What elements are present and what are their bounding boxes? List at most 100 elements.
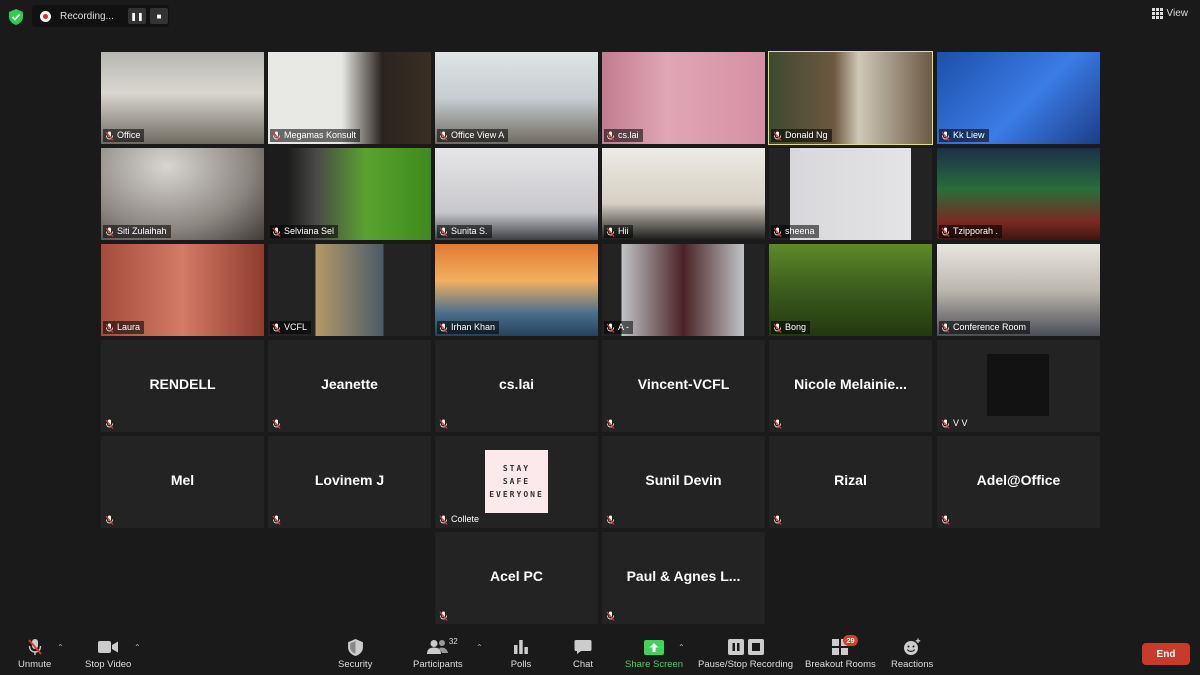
participant-tile[interactable]: Conference Room: [937, 244, 1100, 336]
participant-tile[interactable]: Laura: [101, 244, 264, 336]
participant-name: Nicole Melainie...: [794, 376, 907, 392]
participant-tile[interactable]: Tzipporah .: [937, 148, 1100, 240]
participant-tile[interactable]: Sunita S.: [435, 148, 598, 240]
participant-tile[interactable]: cs.lai: [602, 52, 765, 144]
participant-tile[interactable]: Hii: [602, 148, 765, 240]
microphone-muted-icon: [439, 419, 448, 429]
participant-tile[interactable]: VCFL: [268, 244, 431, 336]
end-meeting-button[interactable]: End: [1142, 643, 1190, 665]
stay-safe-card: STAY SAFE EVERYONE: [485, 450, 548, 513]
participant-name: Conference Room: [953, 322, 1027, 332]
stop-recording-button[interactable]: ■: [150, 8, 168, 24]
chat-bubble-icon: [572, 637, 594, 657]
chat-button[interactable]: Chat: [572, 637, 594, 670]
participant-tile[interactable]: Acel PC: [435, 532, 598, 624]
participant-name-tag: Megamas Konsult: [270, 129, 361, 142]
microphone-muted-icon: [272, 323, 281, 333]
pause-stop-recording-button[interactable]: Pause/Stop Recording: [698, 637, 793, 670]
participant-tile[interactable]: Sunil Devin: [602, 436, 765, 528]
participant-tile[interactable]: Mel: [101, 436, 264, 528]
microphone-muted-icon: [606, 227, 615, 237]
participant-name: V V: [953, 418, 968, 428]
participant-name: RENDELL: [149, 376, 216, 392]
participant-name: Collete: [451, 514, 480, 524]
stay-card-line: SAFE: [502, 477, 531, 486]
participant-tile[interactable]: A -: [602, 244, 765, 336]
participant-name-tag: Collete: [437, 513, 483, 526]
reactions-button[interactable]: Reactions: [891, 637, 933, 670]
participant-name: Bong: [785, 322, 807, 332]
participant-tile[interactable]: Jeanette: [268, 340, 431, 432]
participant-name-tag: Siti Zulaihah: [103, 225, 171, 238]
stop-video-label: Stop Video: [85, 659, 132, 670]
security-shield-icon: [9, 9, 23, 25]
participants-button[interactable]: 32 Participants: [413, 637, 463, 670]
participant-tile[interactable]: Lovinem J: [268, 436, 431, 528]
participant-tile[interactable]: Bong: [769, 244, 932, 336]
microphone-muted-icon: [105, 227, 114, 237]
breakout-rooms-button[interactable]: 29 Breakout Rooms: [805, 635, 876, 670]
participant-tile[interactable]: Rizal: [769, 436, 932, 528]
view-button[interactable]: View: [1151, 8, 1189, 19]
participant-tile[interactable]: Office: [101, 52, 264, 144]
participant-tile[interactable]: Paul & Agnes L...: [602, 532, 765, 624]
participant-name-tag: V V: [939, 417, 972, 430]
meeting-toolbar: Unmute ⌃ Stop Video ⌃ Security 32 Partic…: [0, 635, 1200, 675]
video-options-caret[interactable]: ⌃: [134, 643, 141, 652]
participant-tile[interactable]: Kk Liew: [937, 52, 1100, 144]
participant-tile[interactable]: Adel@Office: [937, 436, 1100, 528]
participant-name: Hii: [618, 226, 629, 236]
microphone-muted-icon: [439, 611, 448, 621]
grid-view-icon: [1151, 8, 1163, 19]
participant-name: Kk Liew: [953, 130, 985, 140]
participant-name: Paul & Agnes L...: [626, 568, 741, 584]
view-label: View: [1166, 8, 1189, 19]
pause-recording-button[interactable]: ❚❚: [128, 8, 146, 24]
participant-name-tag: Donald Ng: [771, 129, 832, 142]
recording-dot-icon: [40, 10, 51, 22]
participant-tile[interactable]: Vincent-VCFL: [602, 340, 765, 432]
microphone-muted-icon: [606, 611, 615, 621]
participant-tile[interactable]: Office View A: [435, 52, 598, 144]
participant-name: Tzipporah .: [953, 226, 999, 236]
participant-mute-tag: [604, 417, 619, 430]
participant-tile[interactable]: STAY SAFE EVERYONE Collete: [435, 436, 598, 528]
participants-options-caret[interactable]: ⌃: [476, 643, 483, 652]
microphone-muted-icon: [773, 419, 782, 429]
participant-name: Lovinem J: [314, 472, 385, 488]
microphone-muted-icon: [941, 227, 950, 237]
microphone-muted-icon: [272, 419, 281, 429]
video-camera-icon: [97, 637, 119, 657]
participant-name: A -: [618, 322, 630, 332]
share-screen-label: Share Screen: [625, 659, 684, 670]
participant-tile[interactable]: Selviana Sel: [268, 148, 431, 240]
audio-options-caret[interactable]: ⌃: [57, 643, 64, 652]
participant-name: Sunita S.: [451, 226, 488, 236]
chat-label: Chat: [572, 659, 594, 670]
unmute-button[interactable]: Unmute: [18, 637, 51, 670]
participant-name: Sunil Devin: [645, 472, 722, 488]
participant-mute-tag: [103, 513, 118, 526]
participant-tile[interactable]: Donald Ng: [768, 51, 933, 145]
stop-video-button[interactable]: Stop Video: [85, 637, 131, 670]
participant-tile[interactable]: sheena: [769, 148, 932, 240]
microphone-muted-icon: [941, 131, 950, 141]
share-screen-button[interactable]: Share Screen: [625, 637, 683, 670]
participant-tile[interactable]: Nicole Melainie...: [769, 340, 932, 432]
share-options-caret[interactable]: ⌃: [678, 643, 685, 652]
participant-tile[interactable]: Siti Zulaihah: [101, 148, 264, 240]
stay-card-line: EVERYONE: [489, 490, 544, 499]
participant-tile[interactable]: RENDELL: [101, 340, 264, 432]
participant-tile[interactable]: V V: [937, 340, 1100, 432]
participant-name: Mel: [170, 472, 195, 488]
participant-name-tag: Irhan Khan: [437, 321, 500, 334]
microphone-muted-icon: [941, 515, 950, 525]
participant-tile[interactable]: Megamas Konsult: [268, 52, 431, 144]
participant-tile[interactable]: cs.lai: [435, 340, 598, 432]
reactions-smiley-icon: [901, 637, 923, 657]
participant-name: VCFL: [284, 322, 308, 332]
participant-tile[interactable]: Irhan Khan: [435, 244, 598, 336]
microphone-muted-icon: [105, 323, 114, 333]
security-button[interactable]: Security: [338, 637, 372, 670]
polls-button[interactable]: Polls: [510, 637, 532, 670]
